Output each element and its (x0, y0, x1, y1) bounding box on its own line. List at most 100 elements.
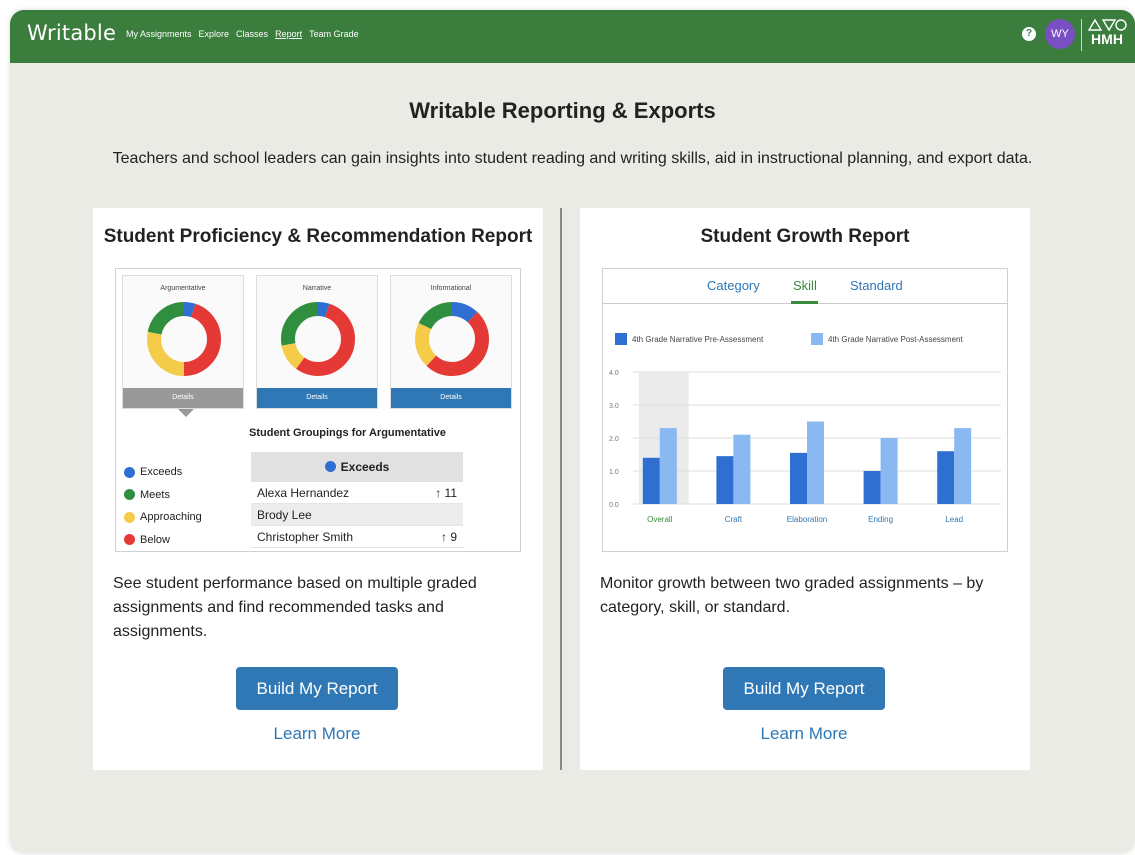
build-proficiency-report-button[interactable]: Build My Report (236, 667, 398, 710)
legend-label: Approaching (140, 511, 202, 524)
table-header-label: Exceeds (340, 460, 390, 474)
x-tick-label[interactable]: Ending (868, 515, 893, 524)
table-row[interactable]: Alexa Hernandez ↑ 11 (251, 482, 463, 504)
growth-preview: Category Skill Standard 4th Grade Narrat… (602, 268, 1008, 552)
donut-card-narrative: Narrative Details (256, 275, 378, 409)
page-title: Writable Reporting & Exports (409, 98, 716, 123)
nav-team-grade[interactable]: Team Grade (309, 29, 359, 39)
nav-my-assignments[interactable]: My Assignments (126, 29, 192, 39)
active-tab-indicator (791, 301, 818, 304)
legend-item-approaching: Approaching (124, 506, 202, 529)
bar-pre-ending[interactable] (863, 471, 881, 504)
growth-description: Monitor growth between two graded assign… (600, 575, 984, 616)
bar-post-ending[interactable] (880, 438, 898, 504)
bar-post-elaboration[interactable] (807, 421, 824, 505)
below-dot-icon (124, 534, 135, 546)
legend-item-meets: Meets (124, 484, 202, 507)
bar-pre-lead[interactable] (937, 451, 955, 504)
tab-category[interactable]: Category (707, 278, 760, 293)
y-tick-label: 3.0 (609, 403, 619, 410)
details-button[interactable]: Details (391, 388, 511, 408)
y-tick-label: 2.0 (609, 436, 619, 443)
exceeds-dot-icon (324, 461, 336, 472)
donut-chart-argumentative (147, 302, 221, 376)
main-nav: My Assignments Explore Classes Report Te… (126, 29, 359, 39)
tab-skill[interactable]: Skill (793, 278, 817, 293)
growth-tabs: Category Skill Standard (603, 269, 1007, 304)
proficiency-legend: Exceeds Meets Approaching Below (124, 461, 202, 551)
selected-pointer (178, 409, 194, 417)
proficiency-report-card: Student Proficiency & Recommendation Rep… (93, 208, 543, 770)
user-avatar[interactable]: WY (1045, 19, 1075, 49)
proficiency-learn-more-link[interactable]: Learn More (236, 724, 398, 744)
x-tick-label[interactable]: Craft (725, 515, 743, 524)
details-button[interactable]: Details (123, 388, 243, 408)
legend-label: Exceeds (140, 466, 183, 479)
bar-pre-overall[interactable] (642, 457, 660, 504)
bar-post-overall[interactable] (659, 428, 677, 504)
donut-label: Informational (430, 285, 472, 292)
bar-pre-craft[interactable] (716, 456, 734, 504)
legend-item-exceeds: Exceeds (124, 461, 202, 484)
top-nav-bar: Writable My Assignments Explore Classes … (10, 10, 1135, 63)
post-swatch-icon (811, 333, 823, 345)
table-row[interactable]: Christopher Smith ↑ 9 (251, 526, 463, 548)
legend-label: 4th Grade Narrative Post-Assessment (828, 334, 963, 344)
hmh-wordmark: HMH (1091, 31, 1123, 47)
student-name: Alexa Hernandez (257, 485, 350, 500)
card-divider (560, 208, 562, 770)
build-growth-report-button[interactable]: Build My Report (723, 667, 885, 710)
nav-report[interactable]: Report (275, 29, 302, 39)
growth-learn-more-link[interactable]: Learn More (723, 724, 885, 744)
growth-card-title: Student Growth Report (700, 226, 910, 247)
donut-label: Argumentative (160, 285, 206, 292)
growth-report-card: Student Growth Report Category Skill Sta… (580, 208, 1030, 770)
legend-label: Below (140, 533, 170, 546)
bar-pre-elaboration[interactable] (790, 452, 807, 504)
donut-label: Narrative (302, 285, 332, 292)
tab-standard[interactable]: Standard (850, 278, 903, 293)
exceeds-dot-icon (124, 466, 135, 478)
hmh-logo: HMH (1086, 18, 1128, 47)
writable-logo[interactable]: Writable (27, 21, 116, 45)
table-header: Exceeds (251, 452, 463, 482)
proficiency-preview: Argumentative Details Narrative Details … (115, 268, 521, 552)
hmh-shapes-icon (1087, 18, 1127, 32)
donut-chart-narrative (281, 302, 355, 376)
table-row[interactable]: Brody Lee (251, 504, 463, 526)
student-name: Brody Lee (257, 507, 312, 522)
legend-item-below: Below (124, 529, 202, 552)
growth-indicator: ↑ 11 (435, 485, 457, 500)
bar-post-craft[interactable] (733, 434, 751, 504)
proficiency-card-title: Student Proficiency & Recommendation Rep… (103, 226, 533, 247)
legend-item-pre: 4th Grade Narrative Pre-Assessment (615, 333, 763, 345)
growth-bar-chart: 0.0 1.0 2.0 3.0 4.0 Overall Craft Elaboration En… (609, 370, 1001, 524)
nav-explore[interactable]: Explore (199, 29, 230, 39)
details-button[interactable]: Details (257, 388, 377, 408)
growth-indicator: ↑ 9 (440, 529, 457, 544)
legend-label: Meets (140, 488, 170, 501)
bar-post-lead[interactable] (954, 428, 972, 504)
x-tick-label[interactable]: Elaboration (787, 515, 827, 524)
pre-swatch-icon (615, 333, 627, 345)
help-icon[interactable]: ? (1022, 27, 1036, 41)
donut-card-informational: Informational Details (390, 275, 512, 409)
student-groupings-table: Exceeds Alexa Hernandez ↑ 11 Brody Lee Ch… (251, 452, 463, 548)
legend-label: 4th Grade Narrative Pre-Assessment (632, 334, 764, 344)
proficiency-description: See student performance based on multipl… (113, 575, 477, 640)
donut-chart-informational (415, 302, 489, 376)
y-tick-label: 1.0 (609, 469, 619, 476)
nav-classes[interactable]: Classes (236, 29, 268, 39)
y-tick-label: 4.0 (609, 370, 619, 377)
student-name: Christopher Smith (257, 529, 354, 544)
meets-dot-icon (124, 489, 135, 501)
groupings-title: Student Groupings for Argumentative (249, 427, 446, 439)
y-tick-label: 0.0 (609, 502, 619, 509)
x-tick-label[interactable]: Lead (945, 515, 963, 524)
brand-divider (1081, 19, 1082, 51)
x-tick-label[interactable]: Overall (647, 515, 673, 524)
app-window: Writable My Assignments Explore Classes … (10, 10, 1135, 853)
page-subtitle: Teachers and school leaders can gain ins… (112, 150, 1033, 167)
legend-item-post: 4th Grade Narrative Post-Assessment (811, 333, 963, 345)
approaching-dot-icon (124, 511, 135, 523)
